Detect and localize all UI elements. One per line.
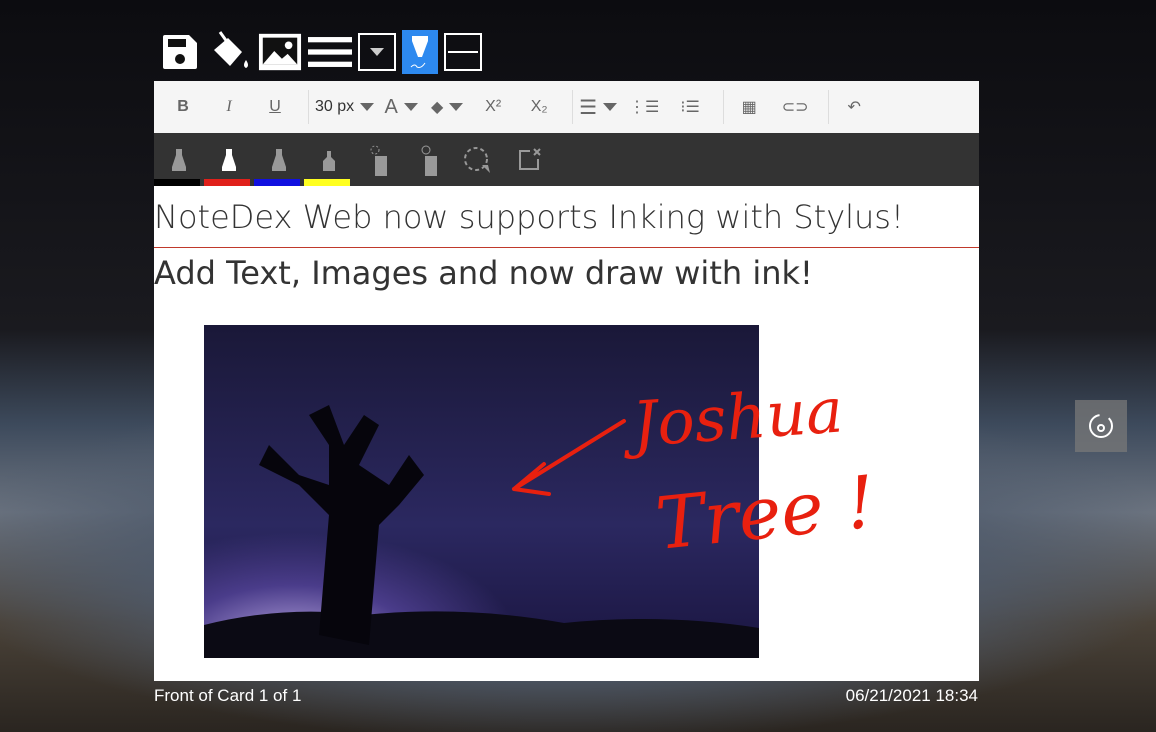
color-swatch: [304, 179, 350, 186]
clear-icon: [519, 147, 541, 170]
dropdown-icon: [370, 48, 384, 56]
stylus-button[interactable]: [402, 30, 438, 74]
color-swatch: [154, 179, 200, 186]
font-size-value: 30 px: [315, 98, 355, 115]
horizontal-line-icon: [448, 51, 478, 53]
color-swatch: [254, 179, 300, 186]
undo-icon: ↶: [847, 99, 861, 116]
tree-silhouette: [204, 405, 759, 658]
pen-red[interactable]: [204, 133, 254, 186]
link-icon: ⊂⊃: [781, 99, 809, 116]
ink-toolbar: [154, 133, 979, 186]
font-color-button[interactable]: A: [382, 89, 420, 125]
save-button[interactable]: [158, 30, 202, 74]
align-button[interactable]: ☰: [579, 89, 618, 125]
rotate-icon: [1089, 414, 1113, 438]
undo-button[interactable]: ↶: [835, 89, 873, 125]
background-color-button[interactable]: ◆: [428, 89, 466, 125]
underline-button[interactable]: U: [256, 89, 294, 125]
lasso-select[interactable]: [454, 133, 504, 186]
pen-black[interactable]: [154, 133, 204, 186]
insert-image-button[interactable]: [258, 30, 302, 74]
divider: [828, 90, 830, 124]
subscript-button[interactable]: X₂: [520, 89, 558, 125]
pen-icon: [222, 148, 236, 171]
image-icon: [258, 33, 302, 71]
chevron-down-icon: [603, 103, 618, 111]
eraser-point[interactable]: [404, 133, 454, 186]
paint-bucket-icon: ◆: [430, 99, 444, 116]
table-button[interactable]: ▦: [730, 89, 768, 125]
pen-icon: [172, 148, 186, 171]
lines-icon: [308, 37, 352, 67]
note-card: B I U 30 px A ◆ X² X₂ ☰ ⋮☰ ⁝☰ ▦ ⊂⊃ ↶ Not…: [154, 81, 979, 681]
clear-ink[interactable]: [504, 133, 554, 186]
font-size-select[interactable]: 30 px: [315, 89, 375, 125]
unordered-list-button[interactable]: ⁝☰: [671, 89, 709, 125]
pen-icon: [272, 148, 286, 171]
save-icon: [163, 35, 197, 69]
eraser-icon: [370, 145, 387, 176]
eraser-stroke[interactable]: [354, 133, 404, 186]
stylus-icon: [410, 36, 428, 68]
divider: [572, 90, 574, 124]
pen-blue[interactable]: [254, 133, 304, 186]
format-toolbar: B I U 30 px A ◆ X² X₂ ☰ ⋮☰ ⁝☰ ▦ ⊂⊃ ↶: [154, 81, 979, 133]
chevron-down-icon: [360, 103, 375, 111]
font-color-icon: A: [384, 95, 398, 118]
ordered-list-button[interactable]: ⋮☰: [625, 89, 663, 125]
text-line[interactable]: NoteDex Web now supports Inking with Sty…: [154, 186, 979, 248]
timestamp: 06/21/2021 18:34: [845, 686, 978, 705]
align-left-icon: ☰: [579, 96, 598, 119]
bold-button[interactable]: B: [164, 89, 202, 125]
point-eraser-icon: [421, 145, 437, 176]
lines-button[interactable]: [308, 30, 352, 74]
chevron-down-icon: [449, 103, 464, 111]
ordered-list-icon: ⋮☰: [628, 99, 660, 116]
text-line[interactable]: Add Text, Images and now draw with ink!: [154, 248, 979, 298]
flip-card-button[interactable]: [1075, 400, 1127, 452]
superscript-button[interactable]: X²: [474, 89, 512, 125]
highlighter-yellow[interactable]: [304, 133, 354, 186]
chevron-down-icon: [403, 103, 418, 111]
dropdown-button[interactable]: [358, 33, 396, 71]
italic-button[interactable]: I: [210, 89, 248, 125]
lasso-icon: [464, 146, 490, 173]
joshua-tree-photo[interactable]: [204, 325, 759, 658]
divider: [723, 90, 725, 124]
link-button[interactable]: ⊂⊃: [776, 89, 814, 125]
paint-bucket-icon: [214, 31, 248, 68]
fill-button[interactable]: [208, 30, 252, 74]
color-swatch: [204, 179, 250, 186]
divider: [308, 90, 309, 124]
main-toolbar: [158, 30, 482, 74]
highlighter-icon: [323, 150, 335, 171]
horizontal-line-button[interactable]: [444, 33, 482, 71]
table-icon: ▦: [741, 99, 757, 116]
card-label: Front of Card 1 of 1: [154, 686, 302, 705]
unordered-list-icon: ⁝☰: [680, 99, 700, 116]
